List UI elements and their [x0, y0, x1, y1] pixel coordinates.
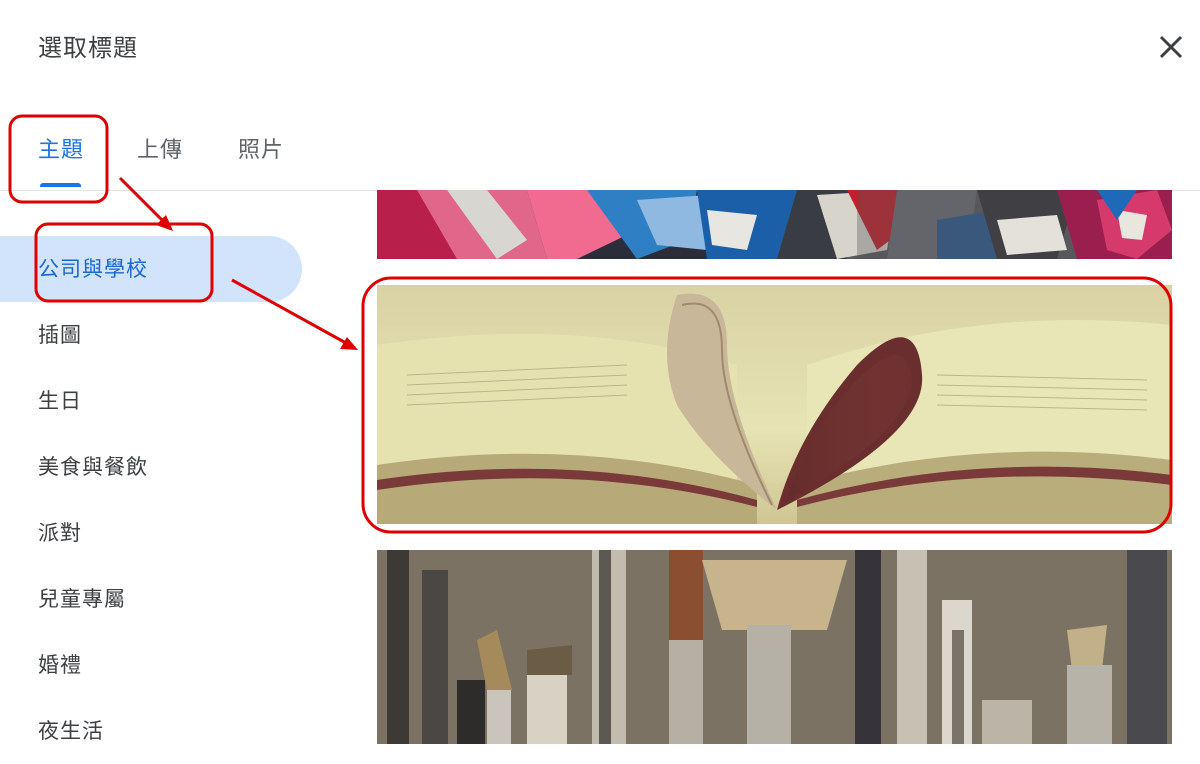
tab-photos[interactable]: 照片: [238, 132, 284, 164]
tab-upload[interactable]: 上傳: [137, 132, 183, 164]
sidebar-item-party[interactable]: 派對: [0, 500, 310, 566]
sidebar-item-wedding[interactable]: 婚禮: [0, 632, 310, 698]
sidebar-item-nightlife[interactable]: 夜生活: [0, 698, 310, 764]
sidebar-item-food[interactable]: 美食與餐飲: [0, 434, 310, 500]
theme-thumbnail-brushes[interactable]: [377, 550, 1172, 744]
heart-book-image: [377, 285, 1172, 524]
active-tab-indicator: [40, 183, 81, 187]
theme-thumbnail-book[interactable]: [377, 285, 1172, 524]
tab-themes[interactable]: 主題: [38, 132, 84, 164]
close-button[interactable]: [1152, 28, 1190, 66]
tab-bar: 主題 上傳 照片: [0, 110, 1200, 191]
sidebar-item-illustration[interactable]: 插圖: [0, 302, 310, 368]
sidebar-item-birthday[interactable]: 生日: [0, 368, 310, 434]
theme-gallery: [377, 190, 1172, 744]
paint-splatter-image: [377, 190, 1172, 259]
sidebar-item-kids[interactable]: 兒童專屬: [0, 566, 310, 632]
dialog-title: 選取標題: [38, 34, 138, 62]
close-icon: [1159, 35, 1183, 59]
theme-thumbnail-paint[interactable]: [377, 190, 1172, 259]
paintbrushes-image: [377, 550, 1172, 744]
sidebar-item-business-school[interactable]: 公司與學校: [0, 236, 302, 302]
category-sidebar: 公司與學校 插圖 生日 美食與餐飲 派對 兒童專屬 婚禮 夜生活: [0, 236, 310, 764]
